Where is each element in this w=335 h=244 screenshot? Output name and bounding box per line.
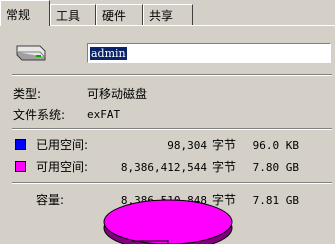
tab-panel-border bbox=[0, 25, 335, 26]
disk-usage-pie bbox=[103, 199, 233, 244]
tab-general[interactable]: 常规 bbox=[0, 0, 50, 26]
pie-free-slice bbox=[103, 199, 233, 244]
tab-general-label: 常规 bbox=[6, 8, 31, 22]
